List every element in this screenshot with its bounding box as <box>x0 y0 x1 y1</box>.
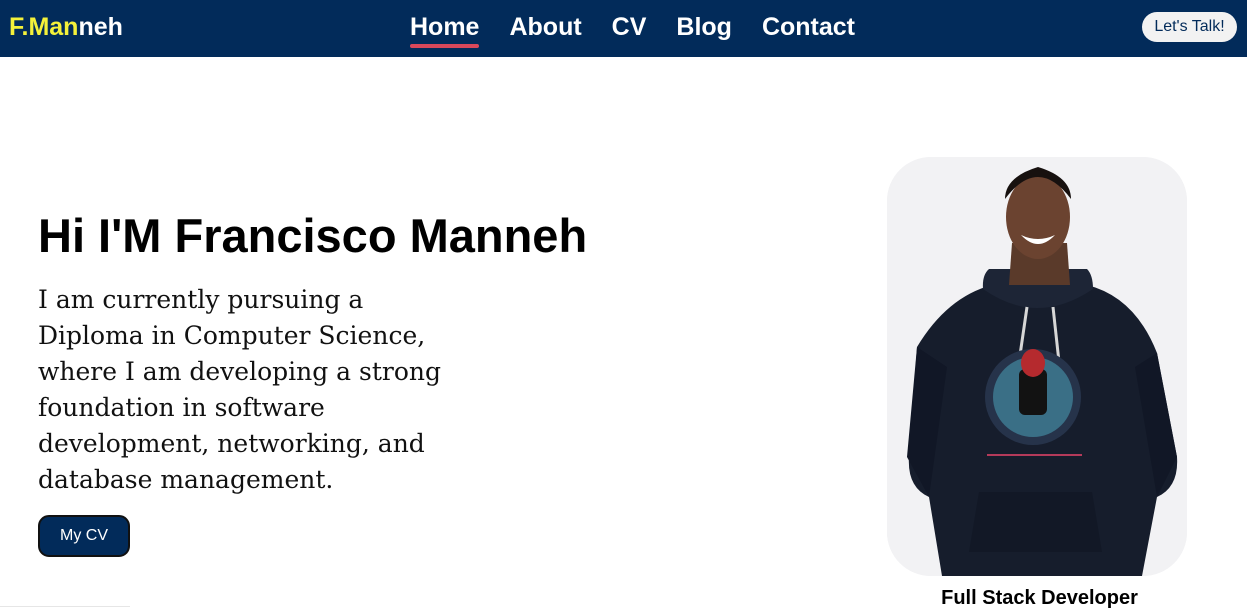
profile-photo <box>887 157 1187 576</box>
nav-links: Home About CV Blog Contact <box>410 12 885 48</box>
nav-link-cv[interactable]: CV <box>612 12 647 42</box>
my-cv-button[interactable]: My CV <box>38 515 130 557</box>
nav-link-blog[interactable]: Blog <box>676 12 732 42</box>
nav-link-about[interactable]: About <box>509 12 581 42</box>
hero-title: Hi I'M Francisco Manneh <box>38 209 588 262</box>
nav-link-home[interactable]: Home <box>410 12 480 48</box>
divider-line <box>0 606 130 607</box>
hero-description: I am currently pursuing a Diploma in Com… <box>38 285 442 494</box>
site-logo[interactable]: F.Manneh <box>9 12 123 42</box>
logo-accent: F.Man <box>9 13 79 41</box>
logo-rest: neh <box>78 13 123 41</box>
lets-talk-button[interactable]: Let's Talk! <box>1142 12 1237 42</box>
top-navbar: F.Manneh Home About CV Blog Contact Let'… <box>0 0 1247 57</box>
nav-link-contact[interactable]: Contact <box>762 12 855 42</box>
profile-photo-illustration <box>887 157 1187 576</box>
profile-caption: Full Stack Developer <box>941 587 1138 609</box>
